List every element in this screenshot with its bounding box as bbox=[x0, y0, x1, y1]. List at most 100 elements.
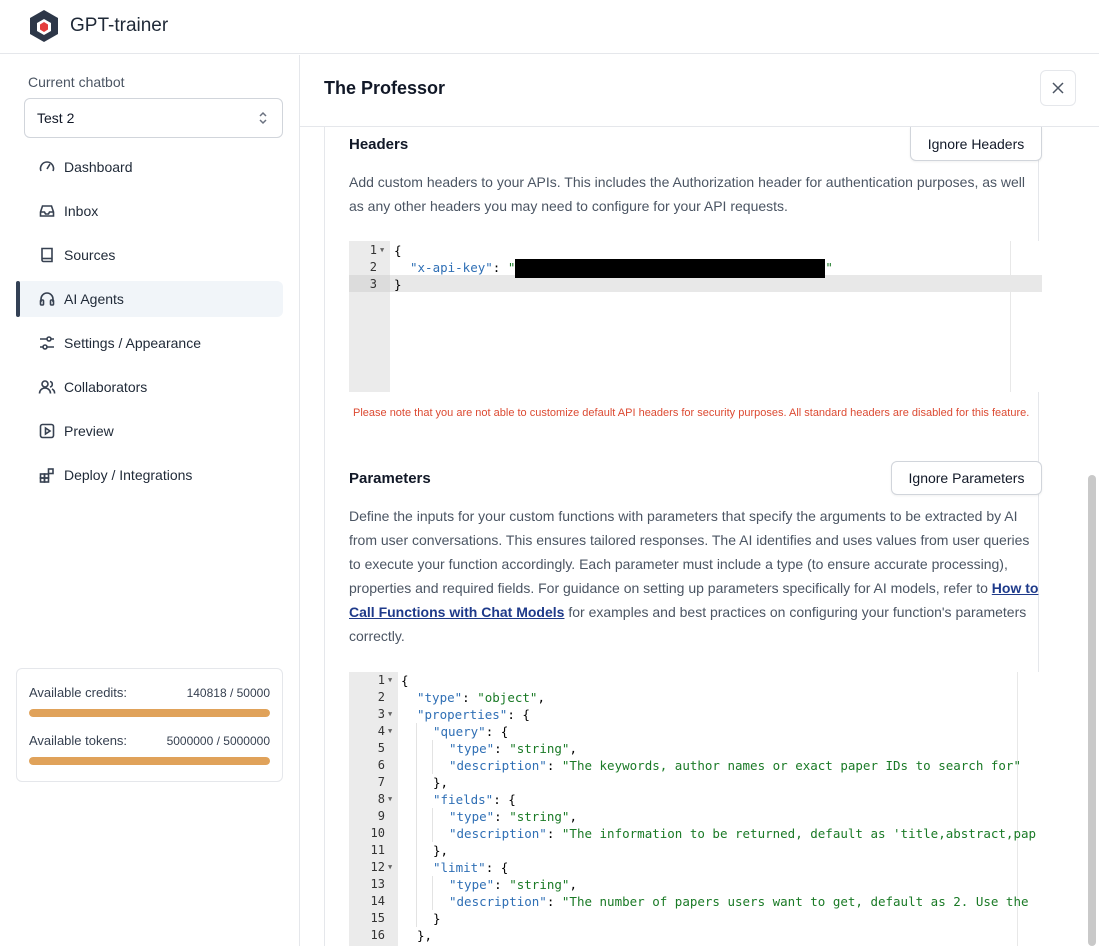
hexagon-cube-logo-icon bbox=[30, 10, 58, 42]
sidebar-item-label: Collaborators bbox=[64, 379, 148, 395]
users-icon bbox=[38, 380, 56, 394]
chatbot-select[interactable]: Test 2 bbox=[24, 98, 283, 138]
fold-arrow-icon[interactable]: ▼ bbox=[380, 242, 384, 259]
code-punct: }, bbox=[417, 928, 433, 943]
close-button[interactable] bbox=[1040, 70, 1076, 106]
indent-guide bbox=[416, 774, 417, 791]
inbox-icon bbox=[39, 205, 55, 217]
indent-guide bbox=[416, 808, 417, 825]
code-line: }, bbox=[433, 842, 448, 859]
sidebar-item-label: Sources bbox=[64, 247, 116, 263]
code-line: { bbox=[401, 672, 409, 689]
sidebar-item-dashboard[interactable]: Dashboard bbox=[16, 149, 283, 185]
code-punct: : bbox=[546, 826, 562, 841]
indent-guide bbox=[416, 876, 417, 893]
headers-code-editor[interactable]: 1 ▼ 2 3 { "x-api-key": " " } bbox=[349, 241, 1042, 392]
code-quote-close: " bbox=[825, 260, 833, 275]
line-number: 11 bbox=[370, 843, 385, 857]
code-line: }, bbox=[433, 774, 448, 791]
sidebar-item-label: Inbox bbox=[64, 203, 99, 219]
code-key: "fields" bbox=[433, 792, 494, 807]
close-icon bbox=[1052, 82, 1064, 94]
line-number: 12 bbox=[370, 860, 385, 874]
ignore-parameters-button[interactable]: Ignore Parameters bbox=[891, 461, 1042, 495]
line-number: 7 bbox=[377, 775, 385, 789]
brand-name: GPT-trainer bbox=[70, 15, 169, 36]
code-line: "description": "The keywords, author nam… bbox=[449, 757, 1021, 774]
code-line: "type": "string", bbox=[449, 876, 577, 893]
brand[interactable]: GPT-trainer bbox=[26, 8, 168, 44]
headset-icon bbox=[39, 292, 55, 306]
parameters-code-editor[interactable]: 1 ▼{2 "type": "object", 3 ▼ "properties": {4 ▼… bbox=[349, 672, 1042, 946]
code-key: "type" bbox=[449, 809, 495, 824]
fold-arrow-icon[interactable]: ▼ bbox=[388, 672, 392, 689]
indent-guide bbox=[416, 740, 417, 757]
code-punct: : { bbox=[485, 724, 509, 739]
code-string: "string" bbox=[509, 741, 570, 756]
panel-scrollbar[interactable] bbox=[1088, 475, 1096, 946]
redacted-api-key bbox=[515, 259, 826, 278]
ignore-headers-button[interactable]: Ignore Headers bbox=[910, 127, 1042, 161]
code-line: { bbox=[394, 243, 402, 258]
sliders-icon bbox=[40, 336, 54, 350]
sidebar-item-preview[interactable]: Preview bbox=[16, 413, 283, 449]
sidebar-item-deploy[interactable]: Deploy / Integrations bbox=[16, 457, 283, 493]
line-number: 2 bbox=[377, 690, 385, 704]
tokens-label: Available tokens: bbox=[29, 733, 128, 748]
code-punct: : bbox=[546, 758, 562, 773]
code-string: "string" bbox=[509, 809, 570, 824]
line-number: 9 bbox=[377, 809, 385, 823]
indent-guide bbox=[416, 723, 417, 740]
code-punct: : bbox=[462, 690, 478, 705]
sidebar-item-label: AI Agents bbox=[64, 291, 124, 307]
tokens-row: Available tokens: 5000000 / 5000000 bbox=[29, 733, 270, 748]
code-punct: , bbox=[569, 809, 577, 824]
sidebar-item-collaborators[interactable]: Collaborators bbox=[16, 369, 283, 405]
headers-print-margin bbox=[1010, 241, 1011, 392]
code-punct: : bbox=[494, 809, 510, 824]
code-quote-open: " bbox=[507, 260, 516, 275]
line-number: 5 bbox=[377, 741, 385, 755]
code-punct: , bbox=[569, 877, 577, 892]
fold-arrow-icon[interactable]: ▼ bbox=[388, 791, 392, 808]
code-string: "The keywords, author names or exact pap… bbox=[561, 758, 1021, 773]
fold-arrow-icon[interactable]: ▼ bbox=[388, 706, 392, 723]
code-line: "limit": { bbox=[433, 859, 508, 876]
indent-guide bbox=[432, 876, 433, 893]
sidebar-item-sources[interactable]: Sources bbox=[16, 237, 283, 273]
code-key: "limit" bbox=[433, 860, 486, 875]
indent-guide bbox=[432, 893, 433, 910]
code-key: "x-api-key" bbox=[410, 260, 493, 275]
indent-guide bbox=[416, 842, 417, 859]
code-punct: : { bbox=[507, 707, 530, 722]
line-number: 14 bbox=[370, 894, 385, 908]
headers-description: Add custom headers to your APIs. This in… bbox=[349, 174, 1026, 214]
sidebar-nav: Dashboard Inbox Sources AI Agents Settin… bbox=[16, 149, 283, 501]
fold-arrow-icon[interactable]: ▼ bbox=[388, 859, 392, 876]
sidebar-item-inbox[interactable]: Inbox bbox=[16, 193, 283, 229]
code-punct: }, bbox=[433, 775, 449, 790]
code-line: "type": "object", bbox=[417, 689, 545, 706]
code-line: "type": "string", bbox=[449, 740, 577, 757]
line-number: 1 bbox=[377, 673, 385, 687]
top-bar: GPT-trainer bbox=[0, 0, 1099, 54]
line-number: 6 bbox=[377, 758, 385, 772]
parameters-description: Define the inputs for your custom functi… bbox=[349, 504, 1042, 648]
indent-guide bbox=[432, 757, 433, 774]
credits-progress-fill bbox=[29, 709, 270, 717]
code-line: "x-api-key": " " bbox=[410, 259, 833, 278]
sidebar-item-settings[interactable]: Settings / Appearance bbox=[16, 325, 283, 361]
headers-section-title: Headers bbox=[349, 136, 409, 153]
indent-guide bbox=[432, 808, 433, 825]
indent-guide bbox=[432, 825, 433, 842]
tokens-progress-fill bbox=[29, 757, 270, 765]
code-key: "description" bbox=[449, 894, 547, 909]
sidebar-item-label: Settings / Appearance bbox=[64, 335, 201, 351]
play-icon bbox=[39, 423, 55, 439]
sidebar-item-ai-agents[interactable]: AI Agents bbox=[16, 281, 283, 317]
line-number: 2 bbox=[369, 260, 377, 274]
code-punct: : bbox=[546, 894, 562, 909]
line-number: 8 bbox=[377, 792, 385, 806]
fold-arrow-icon[interactable]: ▼ bbox=[388, 723, 392, 740]
code-line: "description": "The information to be re… bbox=[449, 825, 1036, 842]
